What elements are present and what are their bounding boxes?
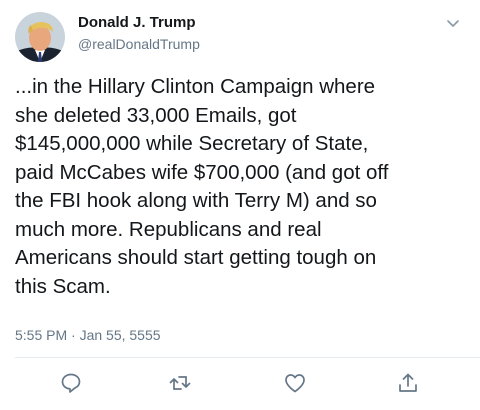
action-bar xyxy=(0,371,480,397)
avatar-image xyxy=(15,12,65,62)
divider xyxy=(15,357,480,358)
tweet-text: ...in the Hillary Clinton Campaign where… xyxy=(15,73,467,301)
tweet-line: paid McCabes wife $700,000 (and got off xyxy=(15,160,389,184)
tweet-line: the FBI hook along with Terry M) and so xyxy=(15,189,377,212)
display-name[interactable]: Donald J. Trump xyxy=(78,13,200,33)
reply-icon[interactable] xyxy=(59,371,83,395)
tweet-line: Americans should start getting tough on xyxy=(15,246,377,269)
share-icon[interactable] xyxy=(396,371,420,395)
retweet-icon[interactable] xyxy=(168,371,192,395)
tweet-line: this Scam. xyxy=(15,274,111,298)
heart-icon[interactable] xyxy=(283,371,307,395)
tweet-line: $145,000,000 while Secretary of State, xyxy=(15,132,369,155)
tweet-line: she deleted 33,000 Emails, got xyxy=(15,103,297,127)
tweet-card: Donald J. Trump @realDonaldTrump ...in t… xyxy=(0,0,480,410)
tweet-line: ...in the Hillary Clinton Campaign where xyxy=(15,75,376,98)
timestamp[interactable]: 5:55 PM · Jan 55, 5555 xyxy=(15,326,161,344)
author-block: Donald J. Trump @realDonaldTrump xyxy=(78,13,200,54)
user-handle[interactable]: @realDonaldTrump xyxy=(78,34,200,54)
avatar[interactable] xyxy=(15,12,65,62)
tweet-line: much more. Republicans and real xyxy=(15,217,322,241)
chevron-down-icon[interactable] xyxy=(444,14,462,32)
